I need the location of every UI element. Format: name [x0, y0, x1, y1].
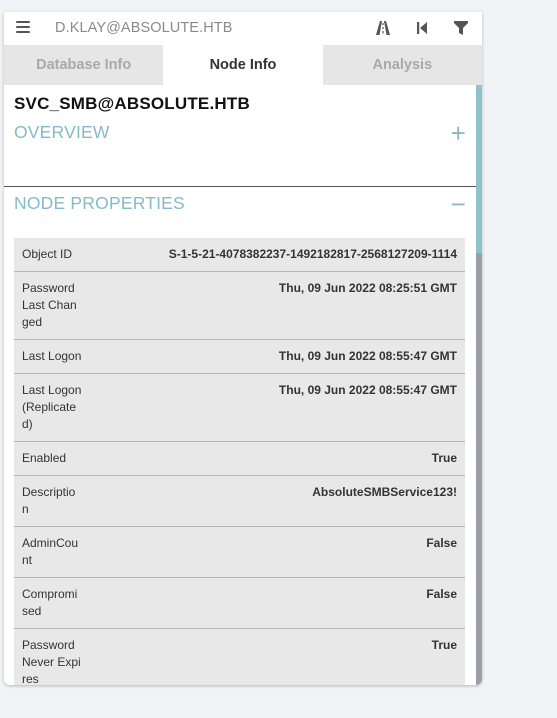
tab-database-info[interactable]: Database Info [4, 45, 164, 85]
property-value: False [426, 536, 457, 550]
node-title: SVC_SMB@ABSOLUTE.HTB [14, 94, 250, 113]
property-value: True [431, 638, 457, 652]
pathfinding-icon[interactable] [374, 19, 392, 37]
node-info-content[interactable]: SVC_SMB@ABSOLUTE.HTB OVERVIEW + NODE PRO… [4, 85, 476, 685]
property-key: Object ID [22, 247, 73, 261]
expand-icon[interactable]: + [451, 120, 466, 146]
property-value: Thu, 09 Jun 2022 08:55:47 GMT [278, 383, 457, 397]
property-value: True [431, 451, 457, 465]
table-row: Compromised False [14, 578, 465, 629]
section-divider [4, 186, 476, 187]
property-value: Thu, 09 Jun 2022 08:25:51 GMT [278, 281, 457, 295]
table-row: Password Last Changed Thu, 09 Jun 2022 0… [14, 272, 465, 340]
overview-header[interactable]: OVERVIEW + [14, 120, 466, 146]
search-input[interactable]: D.KLAY@ABSOLUTE.HTB [55, 20, 233, 36]
property-value: AbsoluteSMBService123! [312, 485, 457, 499]
property-key: Last Logon [22, 349, 82, 363]
table-row: Object ID S-1-5-21-4078382237-1492182817… [14, 238, 465, 272]
table-row: Password Never Expires True [14, 629, 465, 685]
node-panel: D.KLAY@ABSOLUTE.HTB Database Info Node I… [4, 12, 482, 685]
overview-title: OVERVIEW [14, 122, 110, 142]
scrollbar[interactable] [476, 85, 482, 685]
property-key: Description [22, 485, 76, 516]
table-row: Last Logon Thu, 09 Jun 2022 08:55:47 GMT [14, 340, 465, 374]
property-key: Password Never Expires [22, 638, 81, 685]
table-row: Description AbsoluteSMBService123! [14, 476, 465, 527]
filter-icon[interactable] [452, 19, 470, 37]
table-row: Enabled True [14, 442, 465, 476]
node-properties-title: NODE PROPERTIES [14, 193, 185, 213]
property-key: Compromised [22, 587, 78, 618]
property-value: False [426, 587, 457, 601]
search-bar[interactable]: D.KLAY@ABSOLUTE.HTB [4, 12, 482, 45]
hamburger-menu-icon[interactable] [16, 21, 30, 35]
property-key: AdminCount [22, 536, 79, 567]
collapse-icon[interactable]: − [451, 191, 466, 217]
scrollbar-thumb[interactable] [476, 85, 482, 253]
properties-table: Object ID S-1-5-21-4078382237-1492182817… [14, 238, 465, 685]
property-value: Thu, 09 Jun 2022 08:55:47 GMT [278, 349, 457, 363]
back-icon[interactable] [413, 19, 431, 37]
property-value: S-1-5-21-4078382237-1492182817-256812720… [168, 247, 457, 261]
property-key: Last Logon (Replicated) [22, 383, 82, 431]
table-row: AdminCount False [14, 527, 465, 578]
tab-node-info[interactable]: Node Info [163, 45, 323, 85]
tab-analysis[interactable]: Analysis [322, 45, 482, 85]
property-key: Password Last Changed [22, 281, 77, 329]
node-properties-header[interactable]: NODE PROPERTIES − [14, 191, 466, 217]
table-row: Last Logon (Replicated) Thu, 09 Jun 2022… [14, 374, 465, 442]
tab-bar: Database Info Node Info Analysis [4, 45, 482, 85]
property-key: Enabled [22, 451, 67, 465]
